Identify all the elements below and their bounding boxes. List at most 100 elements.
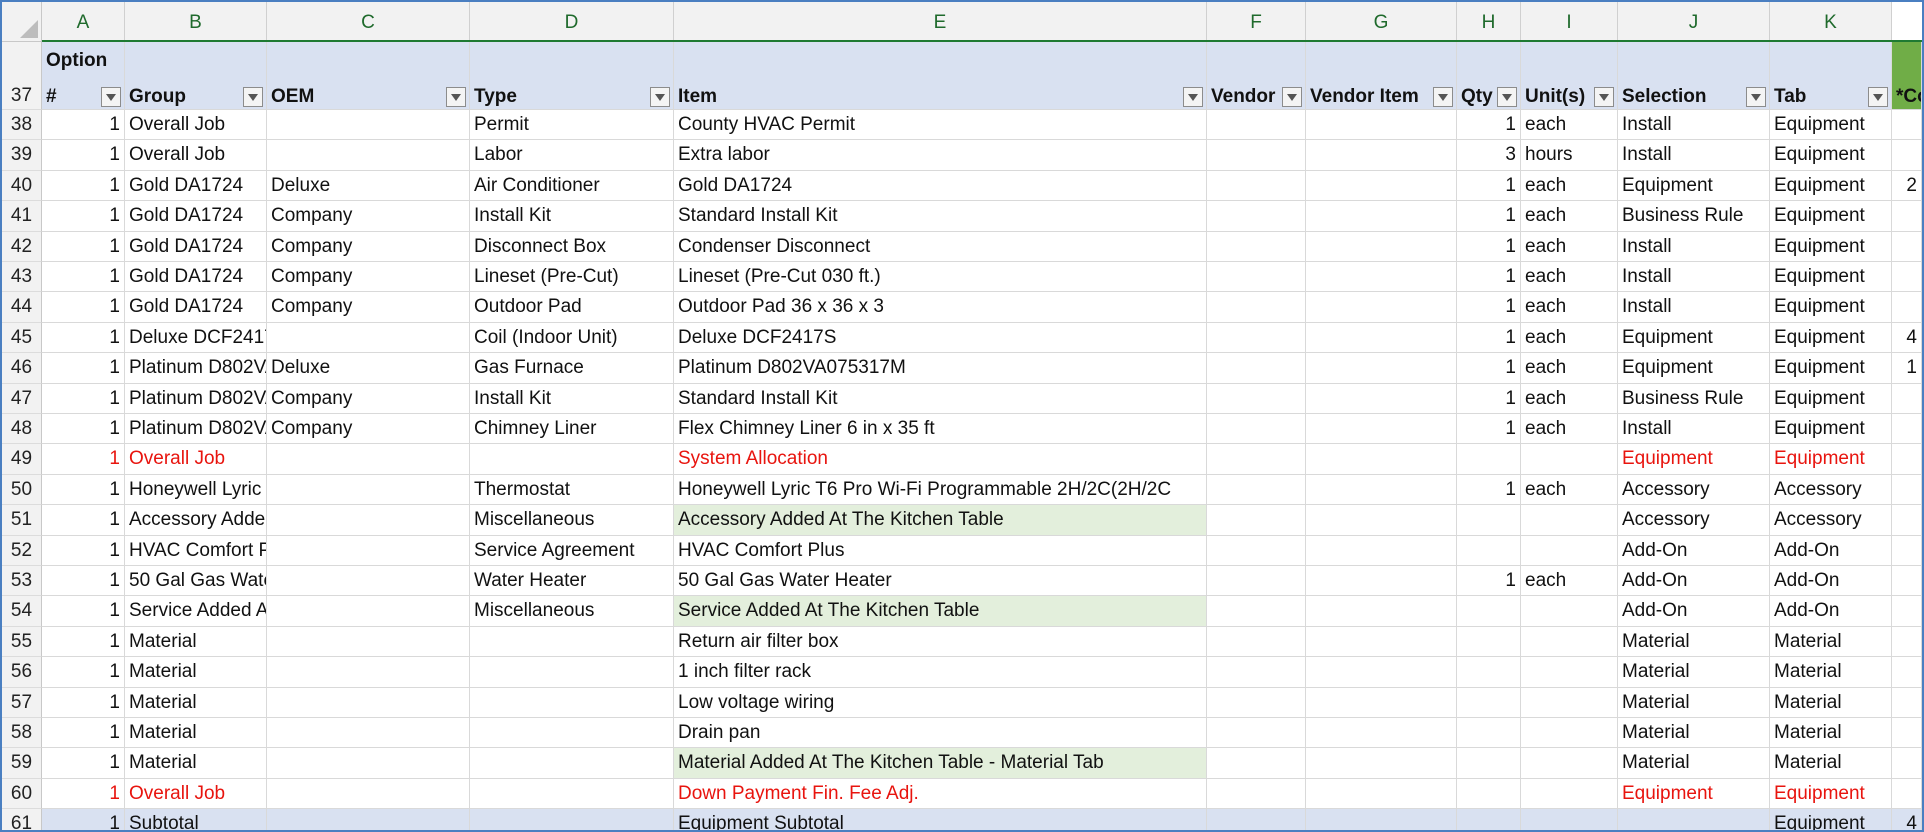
column-header-d[interactable]: D xyxy=(470,2,674,42)
cell-c54[interactable] xyxy=(267,596,470,627)
cell-i50[interactable]: each xyxy=(1521,474,1618,506)
cell-b44[interactable]: Gold DA1724 xyxy=(125,292,267,323)
cell-a41[interactable]: 1 xyxy=(42,201,125,232)
cell-d43[interactable]: Lineset (Pre-Cut) xyxy=(470,262,674,293)
cell-a49[interactable]: 1 xyxy=(42,444,125,475)
cell-i40[interactable]: each xyxy=(1521,170,1618,202)
cell-f60[interactable] xyxy=(1207,778,1306,810)
cell-e38[interactable]: County HVAC Permit xyxy=(674,110,1207,141)
cell-c51[interactable] xyxy=(267,505,470,536)
cell-c50[interactable] xyxy=(267,474,470,506)
row-header-54[interactable]: 54 xyxy=(2,596,42,627)
cell-d52[interactable]: Service Agreement xyxy=(470,535,674,566)
cell-i60[interactable] xyxy=(1521,778,1618,810)
cell-l58[interactable] xyxy=(1892,718,1922,749)
cell-d39[interactable]: Labor xyxy=(470,140,674,171)
row-header-48[interactable]: 48 xyxy=(2,414,42,445)
cell-e55[interactable]: Return air filter box xyxy=(674,626,1207,658)
cell-b59[interactable]: Material xyxy=(125,748,267,779)
cell-l42[interactable] xyxy=(1892,231,1922,262)
cell-g44[interactable] xyxy=(1306,292,1457,323)
cell-j45[interactable]: Equipment xyxy=(1618,322,1770,354)
row-header-39[interactable]: 39 xyxy=(2,140,42,171)
row-header-58[interactable]: 58 xyxy=(2,718,42,749)
cell-i58[interactable] xyxy=(1521,718,1618,749)
cell-b39[interactable]: Overall Job xyxy=(125,140,267,171)
row-header-49[interactable]: 49 xyxy=(2,444,42,475)
cell-f40[interactable] xyxy=(1207,170,1306,202)
cell-e44[interactable]: Outdoor Pad 36 x 36 x 3 xyxy=(674,292,1207,323)
cell-g47[interactable] xyxy=(1306,383,1457,414)
filter-dropdown-button[interactable] xyxy=(1433,87,1453,107)
cell-i43[interactable]: each xyxy=(1521,262,1618,293)
select-all-corner[interactable] xyxy=(2,2,42,42)
cell-c58[interactable] xyxy=(267,718,470,749)
cell-f54[interactable] xyxy=(1207,596,1306,627)
cell-i54[interactable] xyxy=(1521,596,1618,627)
cell-k51[interactable]: Accessory xyxy=(1770,505,1892,536)
cell-h46[interactable]: 1 xyxy=(1457,353,1521,384)
cell-h41[interactable]: 1 xyxy=(1457,201,1521,232)
cell-e57[interactable]: Low voltage wiring xyxy=(674,687,1207,718)
row-header-45[interactable]: 45 xyxy=(2,322,42,354)
cell-f48[interactable] xyxy=(1207,414,1306,445)
cell-b46[interactable]: Platinum D802VA075317M xyxy=(125,353,267,384)
cell-d61[interactable] xyxy=(470,809,674,830)
cell-c41[interactable]: Company xyxy=(267,201,470,232)
cell-d53[interactable]: Water Heater xyxy=(470,566,674,597)
header-h[interactable]: Qty xyxy=(1457,42,1521,110)
cell-a54[interactable]: 1 xyxy=(42,596,125,627)
cell-f47[interactable] xyxy=(1207,383,1306,414)
cell-k54[interactable]: Add-On xyxy=(1770,596,1892,627)
filter-dropdown-button[interactable] xyxy=(650,87,670,107)
cell-j44[interactable]: Install xyxy=(1618,292,1770,323)
cell-e59[interactable]: Material Added At The Kitchen Table - Ma… xyxy=(674,748,1207,779)
cell-h47[interactable]: 1 xyxy=(1457,383,1521,414)
cell-h38[interactable]: 1 xyxy=(1457,110,1521,141)
cell-g39[interactable] xyxy=(1306,140,1457,171)
cell-h59[interactable] xyxy=(1457,748,1521,779)
cell-d38[interactable]: Permit xyxy=(470,110,674,141)
cell-k61[interactable]: Equipment xyxy=(1770,809,1892,830)
cell-b50[interactable]: Honeywell Lyric T6 Pro xyxy=(125,474,267,506)
cell-j56[interactable]: Material xyxy=(1618,657,1770,688)
cell-a38[interactable]: 1 xyxy=(42,110,125,141)
cell-i49[interactable] xyxy=(1521,444,1618,475)
cell-c56[interactable] xyxy=(267,657,470,688)
cell-g60[interactable] xyxy=(1306,778,1457,810)
cell-l45[interactable]: 4 xyxy=(1892,322,1922,354)
cell-e47[interactable]: Standard Install Kit xyxy=(674,383,1207,414)
cell-c61[interactable] xyxy=(267,809,470,830)
cell-j53[interactable]: Add-On xyxy=(1618,566,1770,597)
cell-c52[interactable] xyxy=(267,535,470,566)
cell-b38[interactable]: Overall Job xyxy=(125,110,267,141)
cell-d56[interactable] xyxy=(470,657,674,688)
row-header-61[interactable]: 61 xyxy=(2,809,42,830)
cell-e40[interactable]: Gold DA1724 xyxy=(674,170,1207,202)
cell-g43[interactable] xyxy=(1306,262,1457,293)
cell-c45[interactable] xyxy=(267,322,470,354)
cell-f46[interactable] xyxy=(1207,353,1306,384)
header-f[interactable]: Vendor xyxy=(1207,42,1306,110)
cell-e39[interactable]: Extra labor xyxy=(674,140,1207,171)
cell-f41[interactable] xyxy=(1207,201,1306,232)
cell-b52[interactable]: HVAC Comfort Plus xyxy=(125,535,267,566)
cell-b55[interactable]: Material xyxy=(125,626,267,658)
cell-b54[interactable]: Service Added At The Kitchen Table xyxy=(125,596,267,627)
row-header-40[interactable]: 40 xyxy=(2,170,42,202)
row-header-59[interactable]: 59 xyxy=(2,748,42,779)
cell-a57[interactable]: 1 xyxy=(42,687,125,718)
cell-l47[interactable] xyxy=(1892,383,1922,414)
cell-j57[interactable]: Material xyxy=(1618,687,1770,718)
column-header-a[interactable]: A xyxy=(42,2,125,42)
cell-i44[interactable]: each xyxy=(1521,292,1618,323)
header-i[interactable]: Unit(s) xyxy=(1521,42,1618,110)
cell-h48[interactable]: 1 xyxy=(1457,414,1521,445)
cell-d58[interactable] xyxy=(470,718,674,749)
cell-g41[interactable] xyxy=(1306,201,1457,232)
filter-dropdown-button[interactable] xyxy=(446,87,466,107)
cell-h40[interactable]: 1 xyxy=(1457,170,1521,202)
cell-k46[interactable]: Equipment xyxy=(1770,353,1892,384)
cell-e52[interactable]: HVAC Comfort Plus xyxy=(674,535,1207,566)
cell-a42[interactable]: 1 xyxy=(42,231,125,262)
